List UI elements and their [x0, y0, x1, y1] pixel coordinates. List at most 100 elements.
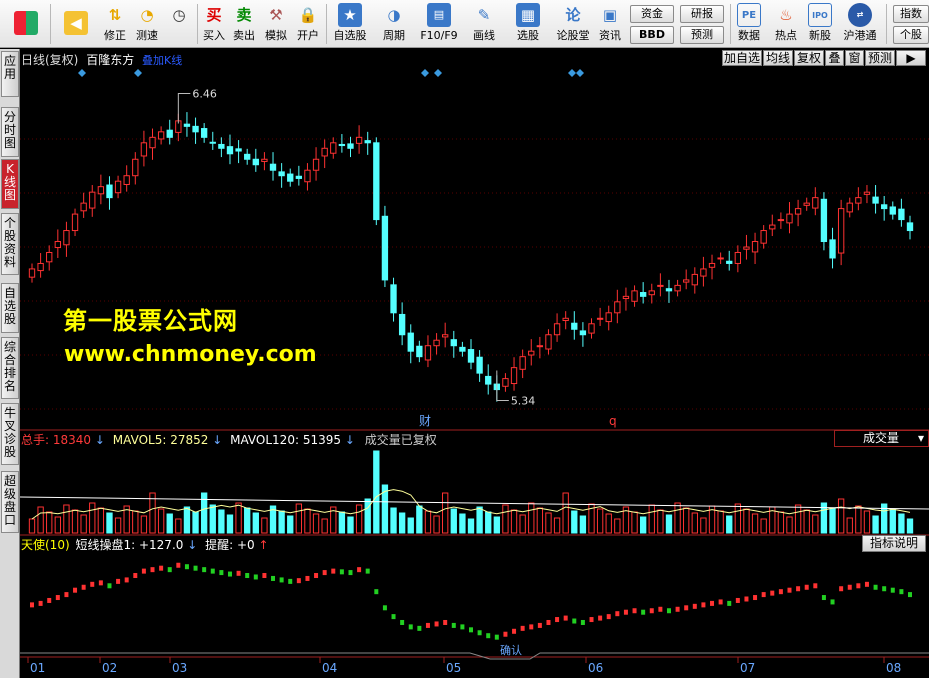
indicator-falling-dot	[391, 614, 396, 620]
down-candle	[829, 239, 836, 259]
speed-dial-button[interactable]: ◷	[164, 2, 194, 46]
forecast-chart-button[interactable]: 预测	[865, 50, 895, 66]
window-button[interactable]: 窗	[845, 50, 864, 66]
up-candle	[80, 202, 87, 212]
period-button[interactable]: ◑ 周期	[374, 2, 414, 46]
up-candle	[855, 197, 862, 204]
earnings-event-marker[interactable]: 财	[419, 414, 431, 428]
indicator-rising-dot	[787, 587, 792, 593]
indicator-falling-dot	[486, 633, 491, 639]
indicator-falling-dot	[339, 569, 344, 575]
simulate-button[interactable]: ⚒ 模拟	[262, 2, 290, 46]
sidebar-tab-kline[interactable]: K线图	[1, 159, 19, 209]
indicator-rising-dot	[701, 602, 706, 608]
sidebar-tab-profile[interactable]: 个股资料	[1, 213, 19, 275]
stock-picker-button[interactable]: ▦ 选股	[508, 2, 548, 46]
sidebar-tab-ranking[interactable]: 综合排名	[1, 337, 19, 399]
indicator-name[interactable]: 天使(10)	[21, 538, 70, 552]
hot-button[interactable]: ♨ 热点	[771, 2, 801, 46]
modify-button[interactable]: ⇅ 修正	[100, 2, 130, 46]
volume-bar	[467, 518, 475, 534]
volume-bar	[579, 515, 587, 534]
volume-bar	[442, 492, 449, 534]
down-candle	[579, 330, 587, 336]
sidebar-tab-diagnosis[interactable]: 牛叉诊股	[1, 403, 19, 465]
sell-button[interactable]: 卖 卖出	[230, 2, 258, 46]
toolbar-separator	[197, 4, 198, 44]
bbd-button[interactable]: BBD	[630, 26, 674, 44]
ipo-button[interactable]: IPO 新股	[805, 2, 835, 46]
volume-bars	[28, 450, 914, 534]
volume-indicator-select[interactable]: 成交量 ▾	[834, 430, 929, 447]
indicator-rising-dot	[81, 584, 86, 590]
speed-test-button[interactable]: ◔ 测速	[132, 2, 162, 46]
buy-icon: 买	[206, 6, 222, 24]
up-candle	[545, 334, 552, 350]
volume-bar	[657, 509, 664, 534]
fund-button[interactable]: 资金	[630, 5, 674, 23]
indicator-rising-dot	[305, 575, 310, 581]
single-stock-button[interactable]: 个股	[893, 26, 929, 44]
up-candle	[751, 241, 759, 253]
up-candle	[812, 197, 819, 209]
up-candle	[37, 262, 44, 272]
back-button[interactable]: ◀	[56, 2, 96, 46]
indicator-rising-dot	[90, 581, 95, 587]
indicator-rising-dot	[615, 611, 620, 617]
volume-bar	[519, 514, 526, 534]
expand-panel-button[interactable]: ▶	[896, 50, 926, 66]
toolbar-separator	[730, 4, 731, 44]
indicator-rising-dot	[675, 606, 680, 612]
moving-average-button[interactable]: 均线	[763, 50, 793, 66]
volume-bar	[416, 505, 423, 534]
down-candle	[338, 143, 346, 147]
indicator-falling-dot	[899, 589, 904, 595]
kline-style-label[interactable]: 叠加K线	[142, 54, 182, 67]
sidebar-tab-watchlist[interactable]: 自选股	[1, 283, 19, 333]
event-marker-q[interactable]: q	[609, 414, 617, 428]
up-candle	[502, 378, 509, 387]
indicator-rising-dot	[632, 608, 637, 614]
volume-bar	[665, 514, 673, 534]
indicator-rising-dot	[623, 609, 628, 615]
open-account-button[interactable]: 🔒 开户	[294, 2, 322, 46]
adjust-button[interactable]: 复权	[794, 50, 824, 66]
buy-button[interactable]: 买 买入	[200, 2, 228, 46]
overlay-button[interactable]: 叠	[825, 50, 844, 66]
index-button[interactable]: 指数	[893, 5, 929, 23]
total-volume-value: 18340	[52, 433, 92, 447]
indicator-rising-dot	[141, 568, 146, 574]
add-watchlist-button[interactable]: 加自选	[722, 50, 762, 66]
news-button[interactable]: ▣ 资讯	[596, 2, 624, 46]
indicator-help-button[interactable]: 指标说明	[862, 535, 926, 552]
data-button[interactable]: PE 数据	[734, 2, 764, 46]
volume-bar	[244, 507, 251, 534]
watchlist-button[interactable]: ★ 自选股	[330, 2, 370, 46]
stock-name: 百隆东方	[86, 53, 135, 67]
draw-line-button[interactable]: ✎ 画线	[466, 2, 502, 46]
hk-connect-button[interactable]: ⇄ 沪港通	[840, 2, 880, 46]
indicator-rising-dot	[357, 567, 362, 573]
volume-bar	[63, 504, 70, 534]
research-report-button[interactable]: 研报	[680, 5, 724, 23]
period-label[interactable]: 日线(复权)	[21, 53, 78, 67]
volume-bar	[157, 508, 165, 534]
price-gridlines	[20, 138, 929, 410]
f10-button[interactable]: ▤ F10/F9	[418, 2, 460, 46]
volume-bar	[751, 513, 759, 534]
up-candle	[157, 131, 165, 140]
volume-bar	[786, 516, 793, 534]
sidebar-tab-level2[interactable]: 超级盘口	[1, 471, 19, 533]
up-candle	[433, 339, 440, 347]
forecast-button[interactable]: 预测	[680, 26, 724, 44]
sidebar-tab-intraday[interactable]: 分时图	[1, 107, 19, 157]
app-logo-button[interactable]	[6, 2, 46, 46]
down-candle	[416, 345, 423, 358]
forum-button[interactable]: 论 论股堂	[553, 2, 593, 46]
indicator-falling-dot	[494, 634, 499, 640]
sse-hke-icon: ⇄	[848, 3, 872, 27]
toolbar-separator	[886, 4, 887, 44]
sidebar-tab-apps[interactable]: 应用	[1, 51, 19, 97]
x-axis-label: 04	[322, 661, 337, 675]
up-candle	[312, 158, 320, 171]
